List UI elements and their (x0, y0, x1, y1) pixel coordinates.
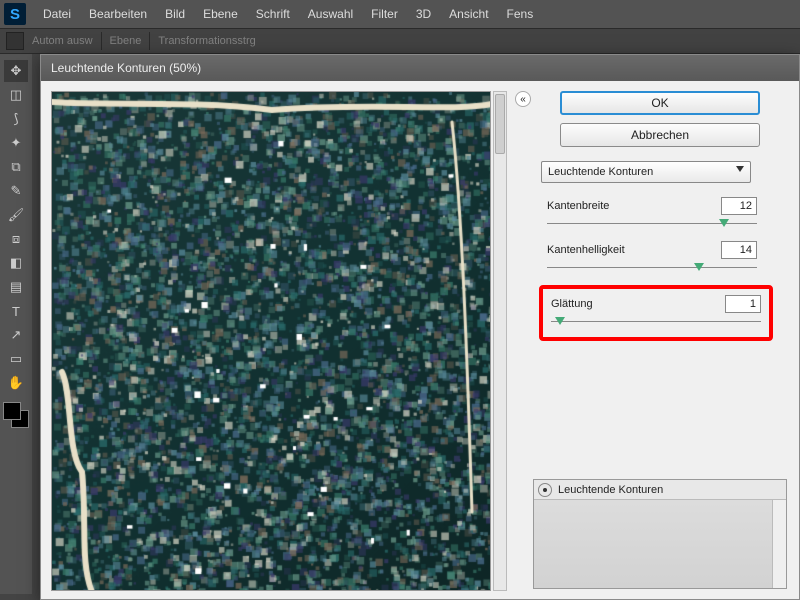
tool-crop[interactable]: ⧉ (4, 156, 28, 178)
filter-select[interactable]: Leuchtende Konturen (541, 161, 751, 183)
fg-color[interactable] (3, 402, 21, 420)
opt-auto[interactable]: Autom ausw (32, 35, 93, 47)
controls-pane: « OK Abbrechen Leuchtende Konturen Kante… (521, 81, 799, 599)
tool-path[interactable]: ↗ (4, 324, 28, 346)
preview-scrollbar[interactable] (493, 91, 507, 591)
tool-type[interactable]: T (4, 300, 28, 322)
preview-pane (41, 81, 521, 599)
opt-transform[interactable]: Transformationsstrg (158, 35, 255, 47)
tool-wand[interactable]: ✦ (4, 132, 28, 154)
menu-auswahl[interactable]: Auswahl (299, 0, 362, 28)
collapse-button[interactable]: « (515, 91, 531, 107)
eye-icon[interactable] (538, 483, 552, 497)
menu-ebene[interactable]: Ebene (194, 0, 247, 28)
edge-width-value[interactable]: 12 (721, 197, 757, 215)
toolbox: ✥ ◫ ⟆ ✦ ⧉ ✎ 🖌 ⧈ ◧ ▤ T ↗ ▭ ✋ (0, 54, 32, 594)
tool-gradient[interactable]: ▤ (4, 276, 28, 298)
menubar: S Datei Bearbeiten Bild Ebene Schrift Au… (0, 0, 800, 28)
tool-indicator[interactable] (6, 32, 24, 50)
tool-eraser[interactable]: ◧ (4, 252, 28, 274)
tool-hand[interactable]: ✋ (4, 372, 28, 394)
preview-image[interactable] (51, 91, 491, 591)
menu-fenster[interactable]: Fens (498, 0, 543, 28)
edge-width-label: Kantenbreite (547, 200, 609, 212)
tool-brush[interactable]: 🖌 (4, 204, 28, 226)
menu-schrift[interactable]: Schrift (247, 0, 299, 28)
smoothing-value[interactable]: 1 (725, 295, 761, 313)
menu-bearbeiten[interactable]: Bearbeiten (80, 0, 156, 28)
param-edge-width: Kantenbreite 12 (547, 197, 757, 229)
app-logo: S (4, 3, 26, 25)
effect-layers: Leuchtende Konturen (533, 479, 787, 589)
param-smoothing: Glättung 1 (551, 295, 761, 327)
edge-bright-value[interactable]: 14 (721, 241, 757, 259)
menu-datei[interactable]: Datei (34, 0, 80, 28)
filter-select-label: Leuchtende Konturen (548, 166, 653, 178)
edge-bright-slider[interactable] (547, 263, 757, 273)
filter-gallery-dialog: Leuchtende Konturen (50%) « OK Abbrechen… (40, 54, 800, 600)
tool-lasso[interactable]: ⟆ (4, 108, 28, 130)
edge-width-slider[interactable] (547, 219, 757, 229)
edge-bright-label: Kantenhelligkeit (547, 244, 625, 256)
menu-ansicht[interactable]: Ansicht (440, 0, 497, 28)
param-edge-brightness: Kantenhelligkeit 14 (547, 241, 757, 273)
smoothing-slider[interactable] (551, 317, 761, 327)
tool-stamp[interactable]: ⧈ (4, 228, 28, 250)
scrollbar-thumb[interactable] (495, 94, 505, 154)
opt-layer[interactable]: Ebene (110, 35, 142, 47)
chevron-down-icon (736, 166, 744, 172)
options-bar: Autom ausw Ebene Transformationsstrg (0, 28, 800, 54)
dialog-title: Leuchtende Konturen (50%) (41, 55, 799, 81)
tool-move[interactable]: ✥ (4, 60, 28, 82)
layers-scrollbar[interactable] (772, 500, 786, 588)
ok-button[interactable]: OK (560, 91, 760, 115)
menu-filter[interactable]: Filter (362, 0, 407, 28)
menu-3d[interactable]: 3D (407, 0, 440, 28)
tool-shape[interactable]: ▭ (4, 348, 28, 370)
cancel-button[interactable]: Abbrechen (560, 123, 760, 147)
menu-bild[interactable]: Bild (156, 0, 194, 28)
tool-marquee[interactable]: ◫ (4, 84, 28, 106)
color-swatches[interactable] (3, 402, 29, 428)
highlight-box: Glättung 1 (539, 285, 773, 341)
smoothing-label: Glättung (551, 298, 593, 310)
tool-eyedrop[interactable]: ✎ (4, 180, 28, 202)
effect-layers-body (534, 500, 786, 588)
effect-layer-name[interactable]: Leuchtende Konturen (558, 484, 663, 496)
